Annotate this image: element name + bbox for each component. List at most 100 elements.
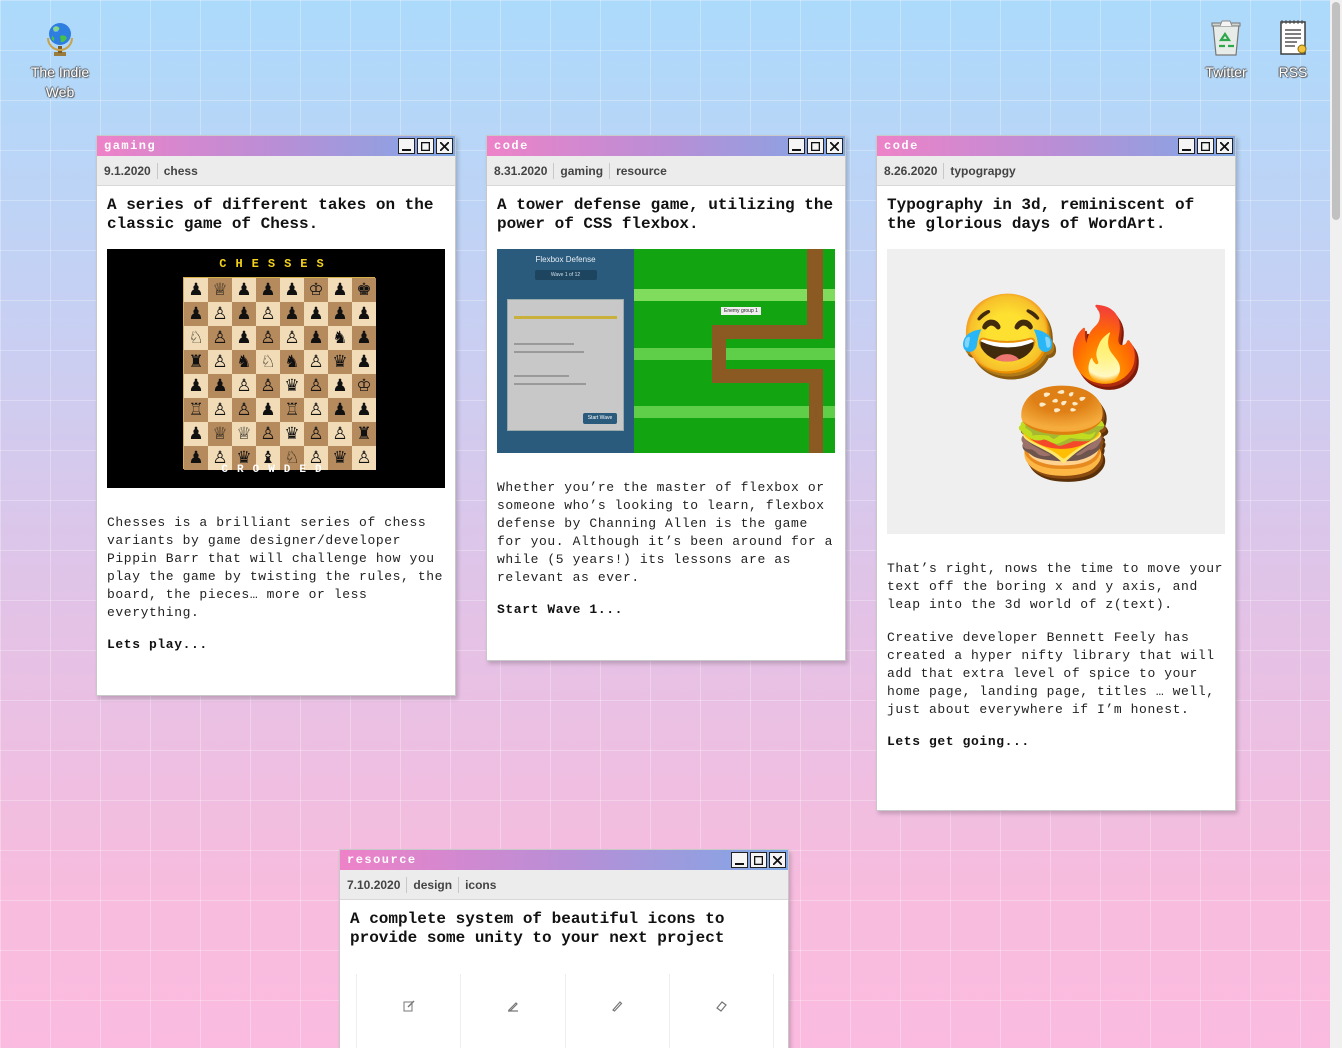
chess-square: ♟ — [328, 302, 352, 326]
post-headline: A complete system of beautiful icons to … — [350, 910, 725, 947]
chesses-logo-text: CHESSES — [219, 257, 333, 271]
enemy-path — [809, 369, 823, 453]
icons-thumbnail[interactable] — [356, 974, 774, 1048]
minimize-button[interactable] — [731, 852, 748, 868]
chess-square: ♜ — [184, 350, 208, 374]
close-button[interactable] — [436, 138, 453, 154]
post-paragraph: Whether you’re the master of flexbox or … — [497, 480, 834, 585]
enemy-path — [712, 325, 823, 339]
desktop-icon-indie-web[interactable]: The Indie Web — [20, 18, 100, 102]
chess-square: ♟ — [184, 422, 208, 446]
close-button[interactable] — [826, 138, 843, 154]
window-titlebar[interactable]: resource — [340, 850, 788, 870]
post-date: 8.31.2020 — [494, 163, 548, 178]
post-paragraph: Chesses is a brilliant series of chess v… — [107, 515, 444, 620]
close-button[interactable] — [769, 852, 786, 868]
post-description: Chesses is a brilliant series of chess v… — [107, 514, 445, 622]
tag-resource[interactable]: resource — [609, 162, 673, 179]
post-headline: A series of different takes on the class… — [107, 196, 434, 233]
chess-square: ♙ — [208, 302, 232, 326]
chess-square: ♛ — [328, 350, 352, 374]
window-title: code — [494, 139, 529, 153]
chess-square: ♙ — [208, 350, 232, 374]
read-more-link[interactable]: Lets get going... — [887, 734, 1225, 749]
chess-square: ♖ — [280, 398, 304, 422]
chess-square: ♟ — [232, 326, 256, 350]
post-meta: 8.31.2020 gaming resource — [487, 156, 845, 186]
read-more-link[interactable]: Lets play... — [107, 637, 445, 652]
post-paragraph: Creative developer Bennett Feely has cre… — [887, 630, 1215, 717]
chess-square: ♖ — [184, 398, 208, 422]
game-panel: Flexbox Defense Wave 1 of 12 Start Wave — [497, 249, 634, 453]
chess-square: ♟ — [352, 302, 376, 326]
maximize-button[interactable] — [807, 138, 824, 154]
chess-square: ♟ — [280, 278, 304, 302]
maximize-button[interactable] — [750, 852, 767, 868]
post-description: That’s right, nows the time to move your… — [887, 560, 1225, 719]
window-title: resource — [347, 853, 417, 867]
desktop-icon-rss[interactable]: RSS — [1253, 18, 1333, 82]
chess-square: ♕ — [208, 422, 232, 446]
pencil-icon — [566, 974, 670, 1048]
ztext-thumbnail[interactable]: 😂 🔥 🍔 — [887, 249, 1225, 534]
window-titlebar[interactable]: code — [877, 136, 1235, 156]
chess-square: ♟ — [328, 374, 352, 398]
tag-typograpgy[interactable]: typograpgy — [943, 162, 1021, 179]
desktop-icon-label: RSS — [1278, 64, 1308, 80]
post-window-icons: resource 7.10.2020 design icons A comple… — [339, 849, 789, 1048]
edit-icon — [356, 974, 462, 1048]
page-scrollbar[interactable] — [1330, 0, 1342, 1048]
post-meta: 9.1.2020 chess — [97, 156, 455, 186]
chess-square: ♕ — [208, 278, 232, 302]
post-date: 9.1.2020 — [104, 163, 151, 178]
chess-square: ♞ — [280, 350, 304, 374]
chess-square: ♙ — [304, 422, 328, 446]
window-title: gaming — [104, 139, 157, 153]
chess-square: ♟ — [328, 278, 352, 302]
chess-square: ♙ — [304, 398, 328, 422]
chess-square: ♙ — [304, 374, 328, 398]
minimize-button[interactable] — [398, 138, 415, 154]
window-title: code — [884, 139, 919, 153]
chess-square: ♟ — [304, 302, 328, 326]
chess-square: ♟ — [184, 374, 208, 398]
chesses-thumbnail[interactable]: CHESSES ♟ ♕ ♟ ♟ ♟ ♔ ♟ ♚ ♟ ♙ ♟ ♙ ♟ ♟ ♟ ♟ ♘ ♙ ♟ ♙ ♙ ♟ ♞ ♟ ♜ ♙ ♞ ♘ ♞ ♙ ♛ ♟… — [107, 249, 445, 488]
map-lane-mid — [634, 348, 835, 360]
tag-chess[interactable]: chess — [156, 162, 204, 179]
chess-square: ♙ — [256, 326, 280, 350]
chess-square: ♙ — [208, 398, 232, 422]
burger-emoji: 🍔 — [1011, 386, 1114, 477]
chess-square: ♟ — [352, 350, 376, 374]
post-headline: Typography in 3d, reminiscent of the glo… — [887, 196, 1195, 233]
chess-square: ♛ — [280, 422, 304, 446]
window-titlebar[interactable]: code — [487, 136, 845, 156]
chess-square: ♟ — [328, 398, 352, 422]
post-description: Whether you’re the master of flexbox or … — [497, 479, 835, 587]
maximize-button[interactable] — [1197, 138, 1214, 154]
chess-square: ♙ — [232, 374, 256, 398]
pen-icon — [461, 974, 566, 1048]
chess-square: ♟ — [256, 398, 280, 422]
minimize-button[interactable] — [788, 138, 805, 154]
chess-square: ♙ — [304, 350, 328, 374]
tag-gaming[interactable]: gaming — [553, 162, 609, 179]
post-date: 8.26.2020 — [884, 163, 938, 178]
maximize-button[interactable] — [417, 138, 434, 154]
minimize-button[interactable] — [1178, 138, 1195, 154]
tag-icons[interactable]: icons — [458, 876, 502, 893]
post-meta: 8.26.2020 typograpgy — [877, 156, 1235, 186]
post-paragraph: That’s right, nows the time to move your… — [887, 561, 1224, 612]
close-button[interactable] — [1216, 138, 1233, 154]
read-more-link[interactable]: Start Wave 1... — [497, 602, 835, 617]
map-lane-bot — [634, 406, 835, 418]
notepad-icon — [1273, 18, 1313, 58]
wave-selector: Wave 1 of 12 — [534, 270, 597, 280]
chess-square: ♙ — [256, 302, 280, 326]
scrollbar-thumb[interactable] — [1332, 2, 1340, 220]
flexbox-defense-thumbnail[interactable]: Flexbox Defense Wave 1 of 12 Start Wave — [497, 249, 835, 453]
tag-design[interactable]: design — [406, 876, 458, 893]
chess-square: ♙ — [328, 422, 352, 446]
chess-square: ♙ — [256, 374, 280, 398]
chess-square: ♔ — [304, 278, 328, 302]
window-titlebar[interactable]: gaming — [97, 136, 455, 156]
